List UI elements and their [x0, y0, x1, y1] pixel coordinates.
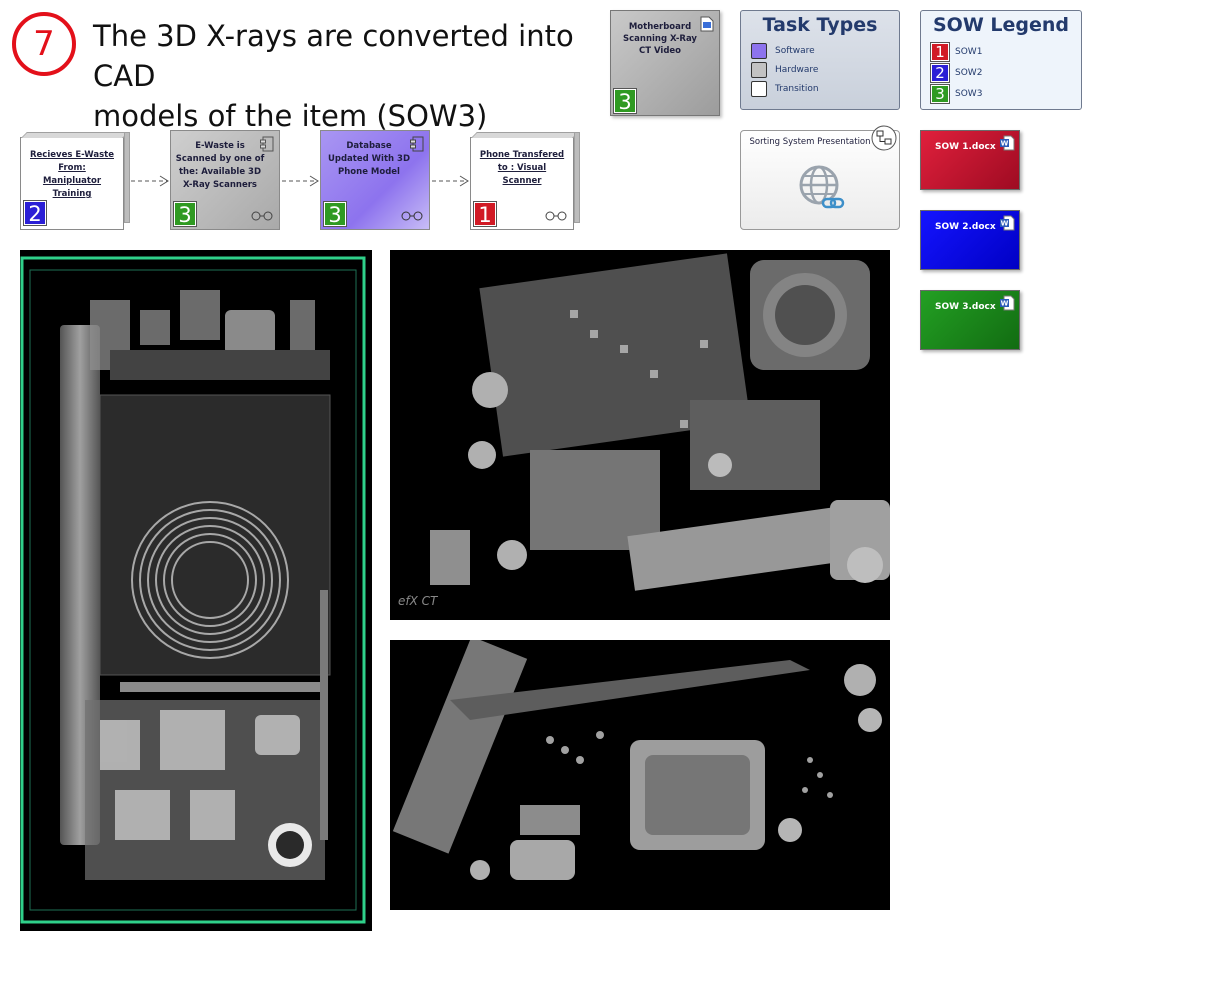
document-label: SOW 1.docx: [935, 142, 996, 152]
word-document-icon: W: [1000, 215, 1015, 231]
sow1-document[interactable]: SOW 1.docx W: [920, 130, 1020, 190]
watermark-text: efX CT: [398, 594, 439, 608]
svg-text:W: W: [1001, 140, 1009, 148]
globe-link-icon: [799, 165, 845, 209]
xray-board-angle-image-2: [390, 640, 890, 910]
diagram-icon: [871, 125, 897, 151]
svg-text:W: W: [1001, 300, 1009, 308]
xray-board-angle-image-1: efX CT: [390, 250, 890, 620]
document-label: SOW 2.docx: [935, 222, 996, 232]
sow3-document[interactable]: SOW 3.docx W: [920, 290, 1020, 350]
presentation-label: Sorting System Presentation: [749, 137, 871, 147]
sow2-document[interactable]: SOW 2.docx W: [920, 210, 1020, 270]
word-document-icon: W: [1000, 135, 1015, 151]
xray-phone-topview-image: [20, 250, 372, 931]
presentation-artifact[interactable]: Sorting System Presentation: [740, 125, 900, 230]
svg-text:W: W: [1001, 220, 1009, 228]
flow-connectors: [131, 175, 469, 187]
word-document-icon: W: [1000, 295, 1015, 311]
document-label: SOW 3.docx: [935, 302, 996, 312]
